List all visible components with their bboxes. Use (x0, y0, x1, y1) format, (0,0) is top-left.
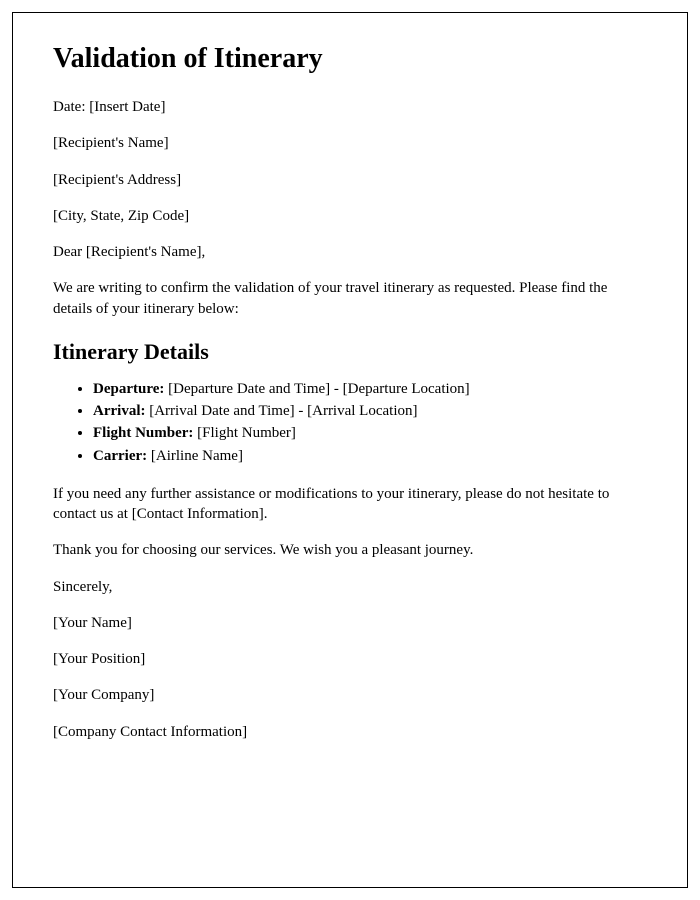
recipient-name: [Recipient's Name] (53, 133, 647, 153)
list-item-departure: Departure: [Departure Date and Time] - [… (93, 379, 647, 399)
document-title: Validation of Itinerary (53, 43, 647, 75)
thanks-paragraph: Thank you for choosing our services. We … (53, 540, 647, 560)
list-item-flight: Flight Number: [Flight Number] (93, 423, 647, 443)
document-container: Validation of Itinerary Date: [Insert Da… (12, 12, 688, 888)
departure-label: Departure: (93, 381, 164, 397)
sender-contact: [Company Contact Information] (53, 722, 647, 742)
flight-value: [Flight Number] (193, 425, 296, 441)
recipient-city: [City, State, Zip Code] (53, 206, 647, 226)
date-line: Date: [Insert Date] (53, 97, 647, 117)
assistance-paragraph: If you need any further assistance or mo… (53, 484, 647, 525)
sender-position: [Your Position] (53, 649, 647, 669)
list-item-arrival: Arrival: [Arrival Date and Time] - [Arri… (93, 401, 647, 421)
closing: Sincerely, (53, 577, 647, 597)
itinerary-list: Departure: [Departure Date and Time] - [… (93, 379, 647, 466)
details-heading: Itinerary Details (53, 339, 647, 365)
intro-paragraph: We are writing to confirm the validation… (53, 278, 647, 319)
flight-label: Flight Number: (93, 425, 193, 441)
recipient-address: [Recipient's Address] (53, 170, 647, 190)
list-item-carrier: Carrier: [Airline Name] (93, 446, 647, 466)
carrier-value: [Airline Name] (147, 448, 243, 464)
arrival-value: [Arrival Date and Time] - [Arrival Locat… (145, 403, 417, 419)
departure-value: [Departure Date and Time] - [Departure L… (164, 381, 469, 397)
arrival-label: Arrival: (93, 403, 145, 419)
carrier-label: Carrier: (93, 448, 147, 464)
sender-name: [Your Name] (53, 613, 647, 633)
sender-company: [Your Company] (53, 685, 647, 705)
salutation: Dear [Recipient's Name], (53, 242, 647, 262)
